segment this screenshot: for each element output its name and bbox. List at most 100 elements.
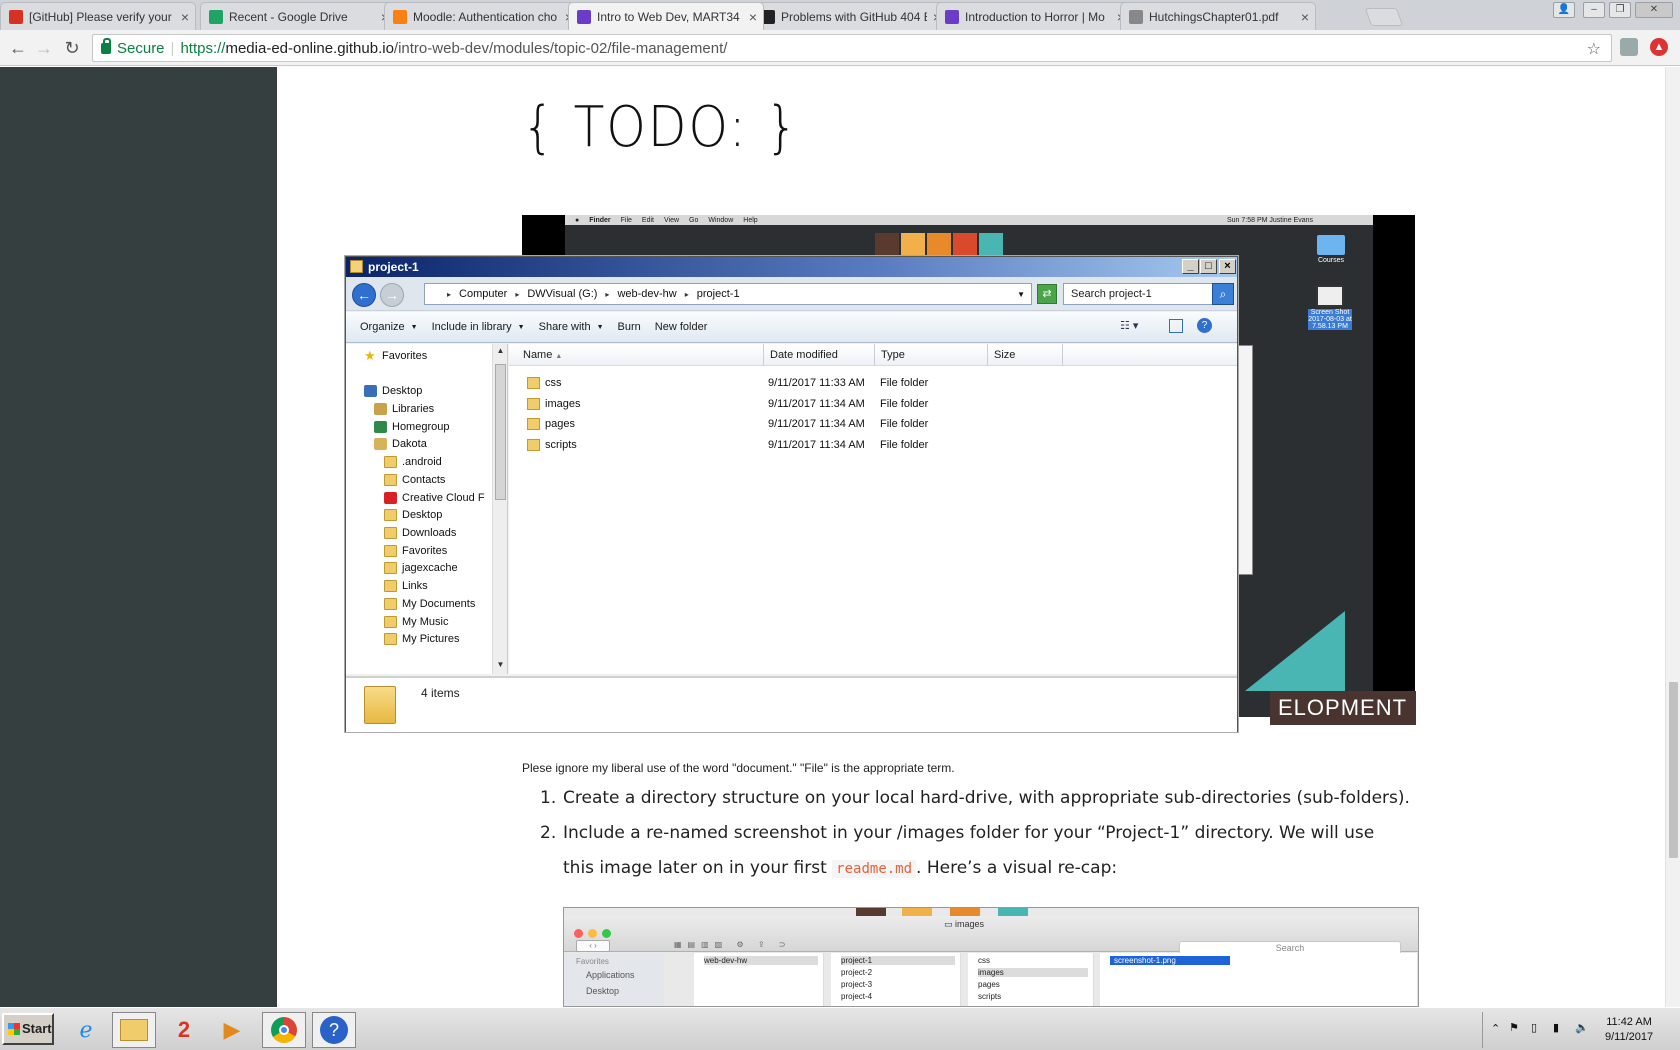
nav-item-dakota[interactable]: Dakota — [374, 438, 427, 450]
minimize-button[interactable]: _ — [1182, 259, 1199, 274]
tab-1[interactable]: [GitHub] Please verify your × — [0, 2, 196, 30]
media-player-icon[interactable]: ▶ — [210, 1012, 254, 1048]
forward-icon[interactable]: → — [32, 36, 56, 60]
nav-item-links[interactable]: Links — [384, 580, 428, 592]
nav-item--android[interactable]: .android — [384, 456, 442, 468]
nav-item-creative-cloud-f[interactable]: Creative Cloud F — [384, 492, 485, 504]
network-icon[interactable]: ▮ — [1553, 1021, 1559, 1034]
breadcrumb-item[interactable]: Computer — [459, 288, 507, 300]
forward-arrow-icon[interactable]: → — [380, 283, 404, 307]
close-button[interactable]: × — [1219, 259, 1236, 274]
folder-icon — [384, 633, 397, 645]
nav-item-contacts[interactable]: Contacts — [384, 474, 445, 486]
tab-5[interactable]: Problems with GitHub 404 E × — [752, 2, 948, 30]
command-include-in-library[interactable]: Include in library ▼ — [432, 321, 525, 333]
new-tab-button[interactable] — [1364, 8, 1404, 26]
tab-2[interactable]: Recent - Google Drive× — [200, 2, 396, 30]
tab-title: Recent - Google Drive — [229, 9, 348, 24]
tab-7[interactable]: HutchingsChapter01.pdf × — [1120, 2, 1316, 30]
column-date-modified[interactable]: Date modified — [764, 344, 875, 366]
breadcrumb-item[interactable]: web-dev-hw — [617, 288, 676, 300]
nav-item-libraries[interactable]: Libraries — [374, 403, 434, 415]
close-tab-icon[interactable]: × — [181, 9, 189, 25]
list-item: 2. Include a re-named screenshot in your… — [522, 816, 1522, 886]
file-row[interactable]: images 9/11/2017 11:34 AM File folder — [509, 394, 1237, 414]
search-input[interactable]: Search project-1 — [1063, 283, 1213, 305]
breadcrumb-item[interactable]: DWVisual (G:) — [527, 288, 597, 300]
file-row[interactable]: scripts 9/11/2017 11:34 AM File folder — [509, 435, 1237, 455]
minimize-button[interactable]: – — [1583, 2, 1605, 18]
nav-item-my-music[interactable]: My Music — [384, 616, 448, 628]
bookmark-star-icon[interactable]: ☆ — [1587, 39, 1601, 59]
scrollbar-thumb[interactable] — [1669, 682, 1678, 858]
chrome-icon[interactable] — [262, 1012, 306, 1048]
back-arrow-icon[interactable]: ← — [352, 283, 376, 307]
view-options-icon[interactable]: ☷ ▾ — [1120, 319, 1138, 332]
clock[interactable]: 11:42 AM 9/11/2017 — [1605, 1015, 1653, 1045]
help-icon[interactable]: ? — [1197, 318, 1212, 333]
close-window-button[interactable]: ✕ — [1635, 2, 1673, 18]
nav-scrollbar[interactable]: ▲ ▼ — [492, 344, 507, 674]
back-icon[interactable]: ← — [6, 36, 30, 60]
close-tab-icon[interactable]: × — [1301, 9, 1309, 25]
file-explorer-icon[interactable] — [112, 1012, 156, 1048]
command-burn[interactable]: Burn — [618, 321, 641, 333]
secure-indicator[interactable]: Secure — [101, 37, 165, 57]
update-icon[interactable]: ▲ — [1650, 38, 1668, 56]
file-date: 9/11/2017 11:34 AM — [768, 397, 865, 410]
profile-button[interactable]: 👤 — [1553, 2, 1575, 18]
address-dropdown-icon[interactable]: ▼ — [1017, 290, 1025, 299]
breadcrumb[interactable]: ▸ Computer ▸ DWVisual (G:) ▸ web-dev-hw ▸ proje… — [424, 283, 1032, 305]
refresh-icon[interactable]: ⇄ — [1037, 284, 1057, 304]
file-row[interactable]: css 9/11/2017 11:33 AM File folder — [509, 373, 1237, 393]
nav-item-my-pictures[interactable]: My Pictures — [384, 633, 459, 645]
breadcrumb-item[interactable]: project-1 — [697, 288, 740, 300]
help-icon[interactable]: ? — [312, 1012, 356, 1048]
column-type[interactable]: Type — [875, 344, 988, 366]
close-tab-icon[interactable]: × — [749, 9, 757, 25]
courses-folder-icon: Courses — [1311, 235, 1351, 264]
command-organize[interactable]: Organize ▼ — [360, 321, 418, 333]
command-new-folder[interactable]: New folder — [655, 321, 708, 333]
action-center-flag-icon[interactable]: ⚑ — [1509, 1021, 1519, 1034]
nav-item-favorites[interactable]: ★ Favorites — [364, 349, 427, 362]
nav-item-desktop[interactable]: Desktop — [384, 509, 442, 521]
app-2-icon[interactable]: 2 — [162, 1012, 206, 1048]
nav-item-downloads[interactable]: Downloads — [384, 527, 456, 539]
breadcrumb-separator-icon[interactable]: ▸ — [447, 290, 451, 299]
file-row[interactable]: pages 9/11/2017 11:34 AM File folder — [509, 414, 1237, 434]
restore-button[interactable]: ❐ — [1609, 2, 1631, 18]
show-hidden-icons-icon[interactable]: ⌃ — [1491, 1022, 1500, 1035]
breadcrumb-separator-icon[interactable]: ▸ — [605, 290, 609, 299]
extension-icon[interactable] — [1620, 38, 1638, 56]
dropdown-icon: ▼ — [517, 323, 525, 331]
nav-item-my-documents[interactable]: My Documents — [384, 598, 475, 610]
maximize-button[interactable]: □ — [1200, 259, 1217, 274]
address-bar[interactable]: Secure | https://media-ed-online.github.… — [92, 34, 1612, 62]
nav-item-desktop[interactable]: Desktop — [364, 385, 422, 397]
command-share-with[interactable]: Share with ▼ — [539, 321, 604, 333]
site-icon — [945, 9, 959, 24]
preview-pane-icon[interactable] — [1169, 319, 1183, 333]
breadcrumb-separator-icon[interactable]: ▸ — [515, 290, 519, 299]
tab-3[interactable]: Moodle: Authentication cho× — [384, 2, 580, 30]
page-scrollbar[interactable] — [1665, 67, 1680, 1007]
column-name[interactable]: Name ▲ — [509, 344, 764, 366]
start-button[interactable]: Start — [2, 1013, 54, 1045]
tab-4[interactable]: Intro to Web Dev, MART34 × — [568, 2, 764, 30]
power-icon[interactable]: ▯ — [1531, 1021, 1537, 1034]
explorer-titlebar[interactable]: project-1 _ □ × — [346, 257, 1237, 277]
internet-explorer-icon[interactable]: ℯ — [64, 1012, 108, 1048]
breadcrumb-separator-icon[interactable]: ▸ — [685, 290, 689, 299]
tab-title: Moodle: Authentication cho — [413, 9, 558, 24]
file-name: pages — [545, 418, 575, 431]
nav-item-homegroup[interactable]: Homegroup — [374, 421, 449, 433]
nav-item-jagexcache[interactable]: jagexcache — [384, 562, 458, 574]
search-icon[interactable]: ⌕ — [1212, 283, 1234, 305]
nav-item-favorites[interactable]: Favorites — [384, 545, 447, 557]
dropdown-icon: ▼ — [410, 323, 418, 331]
volume-icon[interactable]: 🔈 — [1575, 1021, 1589, 1034]
reload-icon[interactable]: ↻ — [60, 36, 84, 60]
tab-6[interactable]: Introduction to Horror | Mo× — [936, 2, 1132, 30]
column-size[interactable]: Size — [988, 344, 1063, 366]
